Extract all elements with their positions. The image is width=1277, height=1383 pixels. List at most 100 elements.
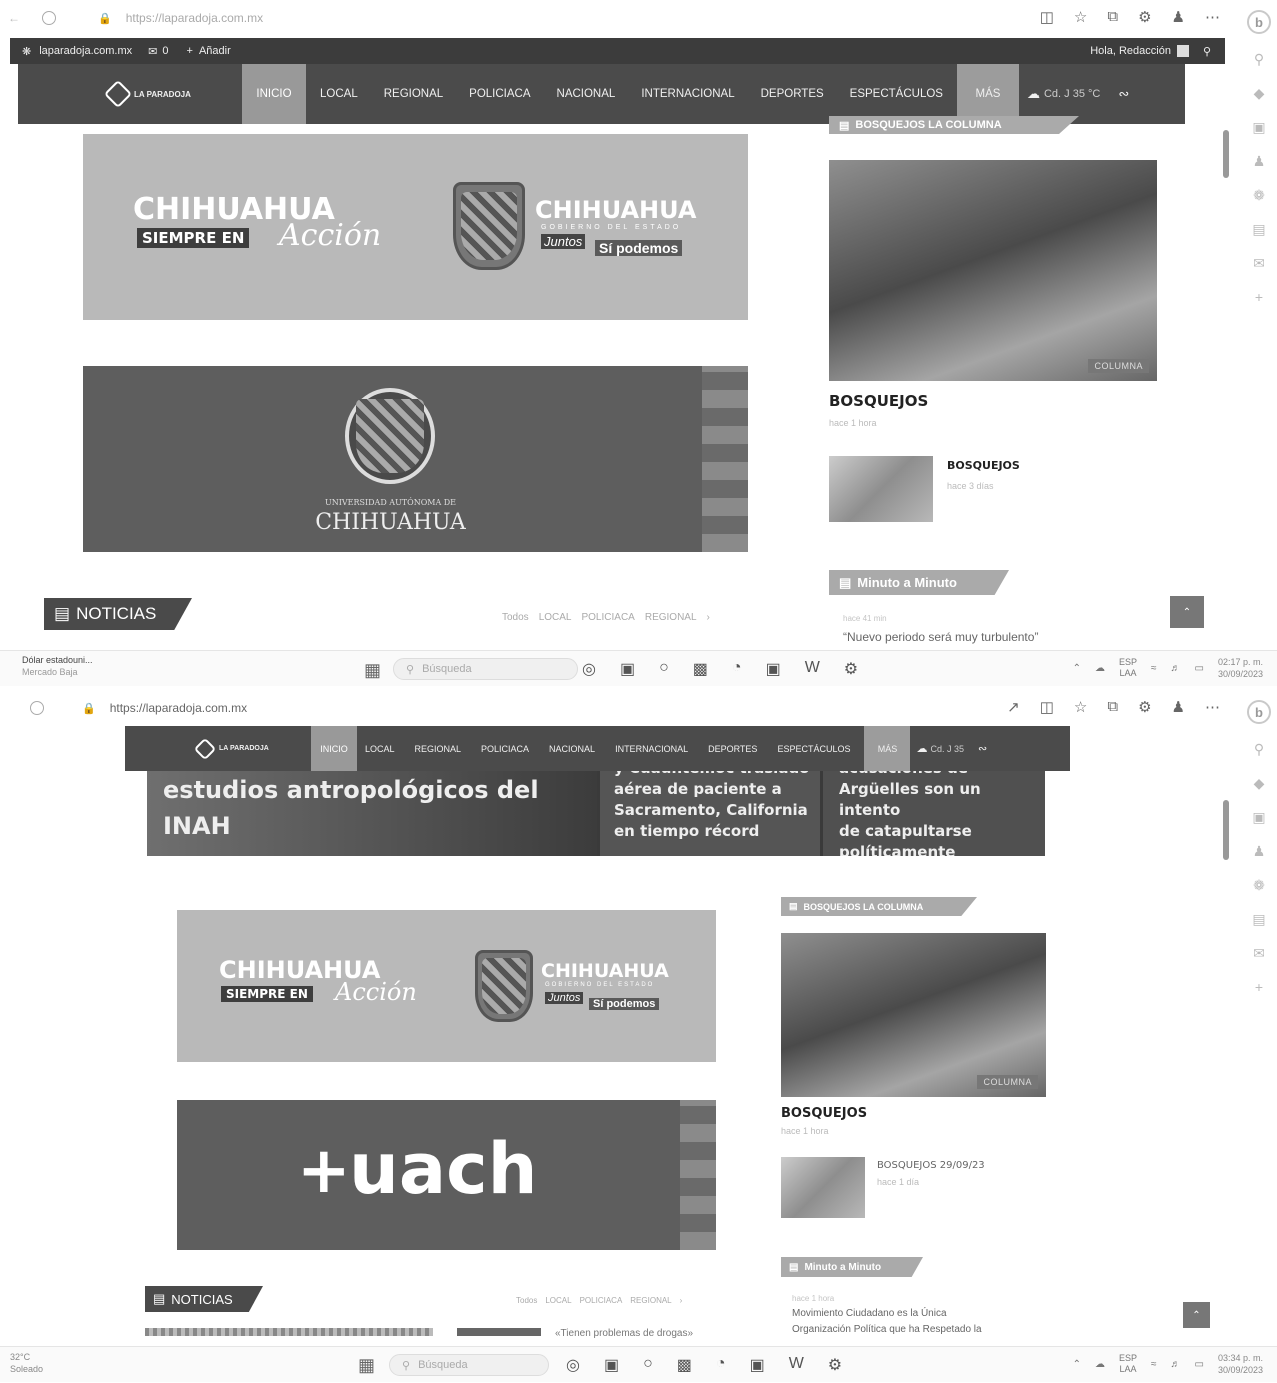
rss-icon[interactable]: ∾ (978, 742, 987, 755)
filter-regional[interactable]: REGIONAL (630, 1296, 671, 1305)
store-icon[interactable]: ▣ (750, 1355, 765, 1375)
bing-icon[interactable]: b (1247, 10, 1271, 34)
favorites-icon[interactable]: ☆ (1074, 8, 1087, 26)
files-icon[interactable]: ▩ (693, 659, 708, 679)
column-photo[interactable]: COLUMNA (781, 933, 1046, 1097)
ad-banner-uach[interactable]: UNIVERSIDAD AUTÓNOMA DE CHIHUAHUA (83, 366, 748, 552)
start-icon[interactable]: ▦ (364, 660, 381, 681)
filter-policiaca[interactable]: POLICIACA (581, 612, 634, 623)
admin-add-link[interactable]: Añadir (199, 45, 231, 57)
reading-view-icon[interactable]: ◫ (1040, 8, 1054, 26)
battery-icon[interactable]: ▭ (1195, 663, 1204, 674)
article-title[interactable]: BOSQUEJOS (947, 459, 1020, 472)
volume-icon[interactable]: ♬ (1171, 663, 1181, 674)
comments-icon[interactable]: ✉ (148, 45, 157, 58)
clock[interactable]: 03:34 p. m. 30/09/2023 (1218, 1352, 1263, 1376)
outlook-icon[interactable]: ✉ (1253, 945, 1265, 962)
person-icon[interactable]: ♟ (1253, 843, 1266, 860)
games-icon[interactable]: ❁ (1253, 877, 1265, 894)
extensions-icon[interactable]: ⚙ (1138, 8, 1151, 26)
clock[interactable]: 02:17 p. m. 30/09/2023 (1218, 656, 1263, 680)
toolbox-icon[interactable]: ▣ (1252, 809, 1265, 826)
nav-regional[interactable]: REGIONAL (415, 726, 462, 771)
article-thumb[interactable] (829, 456, 933, 522)
site-logo[interactable]: LA PARADOJA (103, 79, 238, 109)
nav-internacional[interactable]: INTERNACIONAL (641, 64, 734, 124)
nav-policiaca[interactable]: POLICIACA (481, 726, 529, 771)
filter-local[interactable]: LOCAL (539, 612, 572, 623)
files-icon[interactable]: ▩ (677, 1355, 692, 1375)
outlook-icon[interactable]: ✉ (1253, 255, 1265, 272)
chevron-up-icon[interactable]: ⌃ (1073, 1359, 1081, 1370)
reading-view-icon[interactable]: ◫ (1040, 698, 1054, 716)
admin-site-link[interactable]: laparadoja.com.mx (39, 45, 132, 57)
read-aloud-icon[interactable]: ↗ (1007, 698, 1020, 716)
battery-icon[interactable]: ▭ (1195, 1359, 1204, 1370)
add-icon[interactable]: + (1255, 979, 1263, 995)
folder-icon[interactable]: ▣ (604, 1355, 619, 1375)
nav-deportes[interactable]: DEPORTES (708, 726, 757, 771)
more-icon[interactable]: ⋯ (1205, 8, 1220, 26)
toolbox-icon[interactable]: ▣ (1252, 119, 1265, 136)
collections-icon[interactable]: ⧉ (1107, 698, 1118, 716)
profile-icon[interactable]: ♟ (1172, 8, 1185, 26)
refresh-icon[interactable] (42, 11, 56, 25)
settings-icon[interactable]: ⚙ (828, 1355, 842, 1375)
start-icon[interactable]: ▦ (358, 1355, 375, 1376)
extensions-icon[interactable]: ⚙ (1138, 698, 1151, 716)
minuto-text[interactable]: “Nuevo periodo será muy turbulento” (843, 630, 1038, 645)
scroll-top-button[interactable]: ⌃ (1170, 596, 1204, 628)
filter-regional[interactable]: REGIONAL (645, 612, 697, 623)
chat-icon[interactable]: ○ (643, 1355, 653, 1375)
nav-espectaculos[interactable]: ESPECTÁCULOS (850, 64, 943, 124)
bing-icon[interactable]: ◎ (566, 1355, 580, 1375)
store-icon[interactable]: ▣ (766, 659, 781, 679)
nav-local[interactable]: LOCAL (365, 726, 395, 771)
address-bar[interactable]: https://laparadoja.com.mx (126, 11, 263, 25)
ad-banner-chihuahua[interactable]: CHIHUAHUA SIEMPRE EN Acción CHIHUAHUA GO… (83, 134, 748, 320)
volume-icon[interactable]: ♬ (1171, 1359, 1181, 1370)
avatar[interactable] (1176, 45, 1189, 57)
office-icon[interactable]: ▤ (1252, 911, 1265, 928)
site-logo[interactable]: LA PARADOJA (193, 737, 303, 760)
news-thumb-strip[interactable] (457, 1328, 541, 1336)
column-headline[interactable]: BOSQUEJOS (829, 392, 928, 410)
comments-count[interactable]: 0 (162, 45, 168, 57)
filter-todos[interactable]: Todos (502, 612, 529, 623)
weather-widget[interactable]: 32°C Soleado (10, 1351, 43, 1375)
collections-icon[interactable]: ⧉ (1107, 8, 1118, 26)
ad-banner-chihuahua[interactable]: CHIHUAHUA SIEMPRE EN Acción CHIHUAHUA GO… (177, 910, 716, 1062)
edge-icon[interactable]: ◔ (716, 1355, 726, 1375)
filter-more-icon[interactable]: › (707, 612, 710, 623)
language[interactable]: ESP LAA (1119, 1353, 1137, 1375)
person-icon[interactable]: ♟ (1253, 153, 1266, 170)
word-icon[interactable]: W (805, 659, 820, 679)
tag-icon[interactable]: ◆ (1254, 85, 1265, 102)
edge-icon[interactable]: ◔ (732, 659, 742, 679)
chat-icon[interactable]: ○ (659, 659, 669, 679)
language[interactable]: ESP LAA (1119, 657, 1137, 679)
office-icon[interactable]: ▤ (1252, 221, 1265, 238)
more-icon[interactable]: ⋯ (1205, 698, 1220, 716)
refresh-icon[interactable] (30, 701, 44, 715)
wp-logo-icon[interactable]: ❋ (22, 45, 31, 58)
nav-regional[interactable]: REGIONAL (384, 64, 443, 124)
games-icon[interactable]: ❁ (1253, 187, 1265, 204)
wifi-icon[interactable]: ≈ (1151, 1359, 1157, 1370)
favorites-icon[interactable]: ☆ (1074, 698, 1087, 716)
column-photo[interactable]: COLUMNA (829, 160, 1157, 381)
tag-icon[interactable]: ◆ (1254, 775, 1265, 792)
nav-deportes[interactable]: DEPORTES (761, 64, 824, 124)
filter-local[interactable]: LOCAL (545, 1296, 571, 1305)
filter-policiaca[interactable]: POLICIACA (580, 1296, 623, 1305)
nav-policiaca[interactable]: POLICIACA (469, 64, 530, 124)
folder-icon[interactable]: ▣ (620, 659, 635, 679)
news-teaser[interactable]: «Tienen problemas de drogas» (555, 1328, 693, 1339)
nav-local[interactable]: LOCAL (320, 64, 358, 124)
chevron-up-icon[interactable]: ⌃ (1073, 663, 1081, 674)
add-icon[interactable]: + (187, 45, 193, 57)
nav-mas[interactable]: MÁS (864, 726, 911, 771)
article-thumb[interactable] (781, 1157, 865, 1218)
network-icon[interactable]: ☁ (1095, 663, 1105, 674)
scroll-top-button[interactable]: ⌃ (1183, 1302, 1210, 1328)
